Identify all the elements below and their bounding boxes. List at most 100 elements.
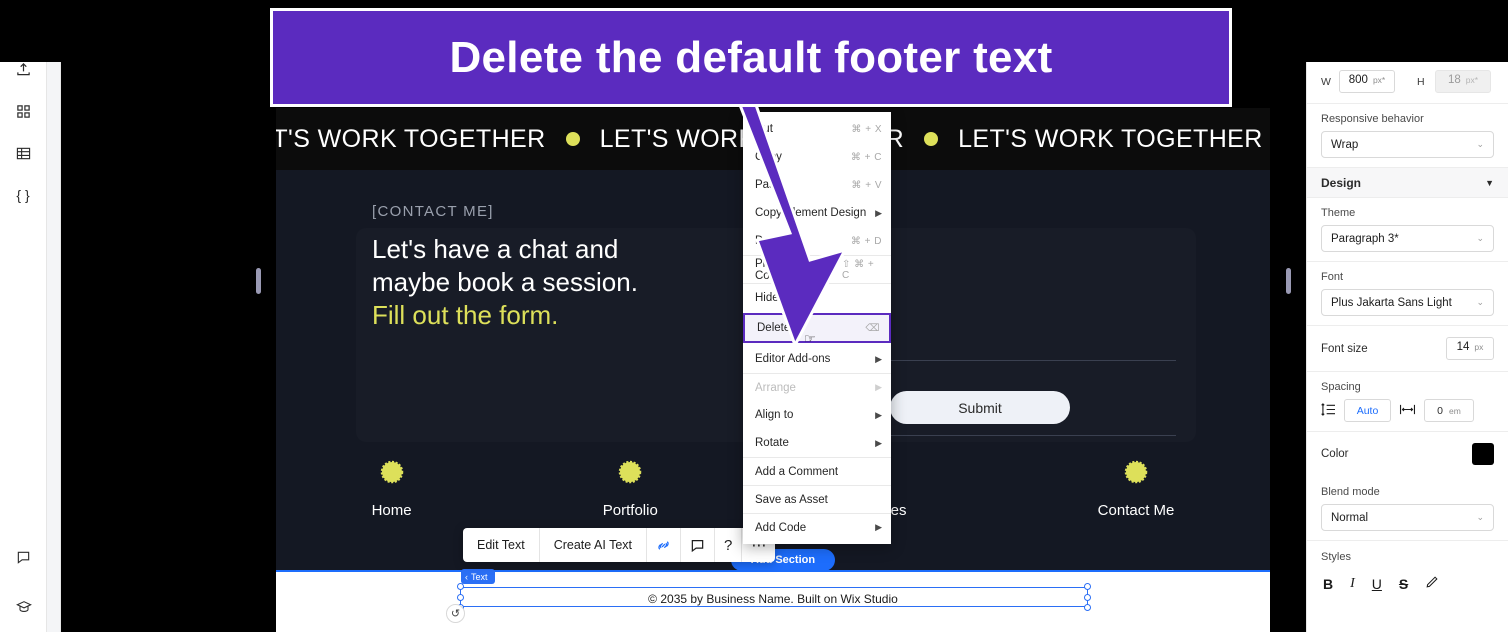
- edit-pencil-icon[interactable]: [1425, 575, 1439, 592]
- marquee-dot-icon: [924, 132, 939, 146]
- marquee-text: LET'S WORK TOGETHER: [276, 124, 546, 153]
- flower-icon: [1124, 460, 1148, 484]
- width-value: 800: [1348, 74, 1368, 86]
- menu-label: Add Code: [755, 521, 807, 534]
- learn-icon[interactable]: [9, 592, 39, 622]
- nav-label: Portfolio: [602, 502, 658, 519]
- instruction-banner: Delete the default footer text: [270, 8, 1232, 107]
- cms-table-icon[interactable]: [8, 138, 38, 168]
- create-ai-text-label: Create AI Text: [553, 538, 633, 552]
- height-unit: px*: [1465, 75, 1479, 85]
- styles-label: Styles: [1321, 551, 1351, 563]
- left-sidebar: { }: [0, 62, 47, 632]
- canvas-right-resize-handle[interactable]: [1286, 268, 1291, 294]
- dev-mode-label: { }: [16, 187, 30, 203]
- flower-icon: [619, 460, 642, 484]
- blend-mode-value: Normal: [1331, 511, 1369, 524]
- letter-spacing-icon: [1399, 403, 1416, 419]
- marquee-text: LET'S WORK TOGETHER: [958, 124, 1263, 153]
- nav-item-contact[interactable]: Contact Me: [1098, 460, 1174, 519]
- line-height-icon: [1321, 402, 1336, 419]
- menu-item-rotate[interactable]: Rotate ▶: [743, 429, 891, 457]
- nav-item-portfolio[interactable]: Portfolio: [603, 460, 658, 519]
- chevron-right-icon: ▶: [875, 353, 882, 364]
- marquee-dot-icon: [565, 132, 580, 146]
- comment-icon[interactable]: [681, 528, 716, 562]
- theme-select[interactable]: Paragraph 3* ⌄: [1321, 225, 1494, 252]
- letter-spacing-value: 0: [1437, 404, 1444, 417]
- apps-icon[interactable]: [8, 96, 38, 126]
- letter-spacing-input[interactable]: 0 em: [1424, 399, 1474, 422]
- bold-button[interactable]: B: [1323, 576, 1333, 592]
- headline-line-2: maybe book a session.: [372, 267, 638, 297]
- design-section-title: Design: [1321, 175, 1362, 190]
- responsive-behavior-row: Responsive behavior Wrap ⌄: [1307, 104, 1508, 168]
- chevron-left-icon: ‹: [465, 571, 468, 582]
- selected-element-badge[interactable]: ‹ Text: [461, 569, 495, 584]
- selected-element-label: Text: [471, 571, 488, 582]
- edit-text-button[interactable]: Edit Text: [463, 528, 540, 562]
- underline-button[interactable]: U: [1372, 576, 1382, 592]
- nav-item-home[interactable]: Home: [372, 460, 412, 519]
- italic-button[interactable]: I: [1350, 576, 1355, 592]
- menu-item-add-code[interactable]: Add Code ▶: [743, 513, 891, 541]
- comment-icon[interactable]: [9, 542, 39, 572]
- upload-icon[interactable]: [8, 54, 38, 84]
- resize-handle[interactable]: [1084, 594, 1091, 601]
- responsive-behavior-value: Wrap: [1331, 138, 1359, 151]
- blend-mode-row: Blend mode Normal ⌄: [1307, 477, 1508, 541]
- font-label: Font: [1321, 271, 1344, 283]
- color-label: Color: [1321, 448, 1349, 460]
- menu-label: Add a Comment: [755, 465, 839, 478]
- help-icon[interactable]: ?: [715, 528, 743, 562]
- rail-strip: [47, 62, 61, 632]
- text-selection-box[interactable]: [457, 583, 1091, 611]
- inspector-panel: W 800 px* H 18 px* Responsive behavior W…: [1306, 62, 1508, 632]
- dev-mode-icon[interactable]: { }: [8, 180, 38, 210]
- size-row: W 800 px* H 18 px*: [1307, 62, 1508, 104]
- resize-handle[interactable]: [457, 583, 464, 590]
- rotate-handle-icon[interactable]: ↺: [446, 604, 465, 623]
- spacing-label: Spacing: [1321, 381, 1361, 393]
- menu-item-add-a-comment[interactable]: Add a Comment: [743, 457, 891, 485]
- contact-headline: Let's have a chat and maybe book a sessi…: [372, 233, 792, 332]
- headline-line-1: Let's have a chat and: [372, 234, 619, 264]
- annotation-arrow: [737, 100, 848, 349]
- letter-spacing-unit: em: [1449, 405, 1461, 416]
- menu-item-save-as-asset[interactable]: Save as Asset: [743, 485, 891, 513]
- chevron-down-icon: ⌄: [1476, 512, 1484, 522]
- font-value: Plus Jakarta Sans Light: [1331, 296, 1452, 309]
- menu-item-align-to[interactable]: Align to ▶: [743, 401, 891, 429]
- theme-label: Theme: [1321, 207, 1356, 219]
- submit-button[interactable]: Submit: [890, 391, 1070, 424]
- color-swatch[interactable]: [1472, 443, 1494, 465]
- resize-handle[interactable]: [457, 594, 464, 601]
- font-size-row: Font size 14 px: [1307, 326, 1508, 372]
- instruction-banner-text: Delete the default footer text: [449, 32, 1053, 82]
- styles-row-wrap: Styles: [1307, 541, 1508, 571]
- design-section-header[interactable]: Design ▼: [1307, 168, 1508, 198]
- font-row: Font Plus Jakarta Sans Light ⌄: [1307, 262, 1508, 326]
- responsive-behavior-select[interactable]: Wrap ⌄: [1321, 131, 1494, 158]
- width-input[interactable]: 800 px*: [1339, 70, 1395, 93]
- font-size-unit: px: [1474, 342, 1484, 352]
- link-icon[interactable]: [647, 528, 682, 562]
- chevron-down-icon: ▼: [1485, 177, 1494, 188]
- theme-row: Theme Paragraph 3* ⌄: [1307, 198, 1508, 262]
- chevron-right-icon: ▶: [875, 522, 882, 532]
- create-ai-text-button[interactable]: Create AI Text: [540, 528, 648, 562]
- line-spacing-input[interactable]: Auto: [1344, 399, 1391, 422]
- spacing-row: Spacing Auto 0 em: [1307, 372, 1508, 432]
- canvas-left-resize-handle[interactable]: [256, 268, 261, 294]
- font-select[interactable]: Plus Jakarta Sans Light ⌄: [1321, 289, 1494, 316]
- chevron-right-icon: ▶: [875, 207, 882, 218]
- responsive-behavior-label: Responsive behavior: [1321, 113, 1424, 125]
- font-size-input[interactable]: 14 px: [1446, 337, 1494, 360]
- font-size-value: 14: [1456, 341, 1470, 353]
- strikethrough-button[interactable]: S: [1399, 576, 1408, 592]
- menu-label: Rotate: [755, 437, 789, 449]
- menu-label: Editor Add-ons: [755, 353, 831, 365]
- blend-mode-select[interactable]: Normal ⌄: [1321, 504, 1494, 531]
- resize-handle[interactable]: [1084, 604, 1091, 611]
- resize-handle[interactable]: [1084, 583, 1091, 590]
